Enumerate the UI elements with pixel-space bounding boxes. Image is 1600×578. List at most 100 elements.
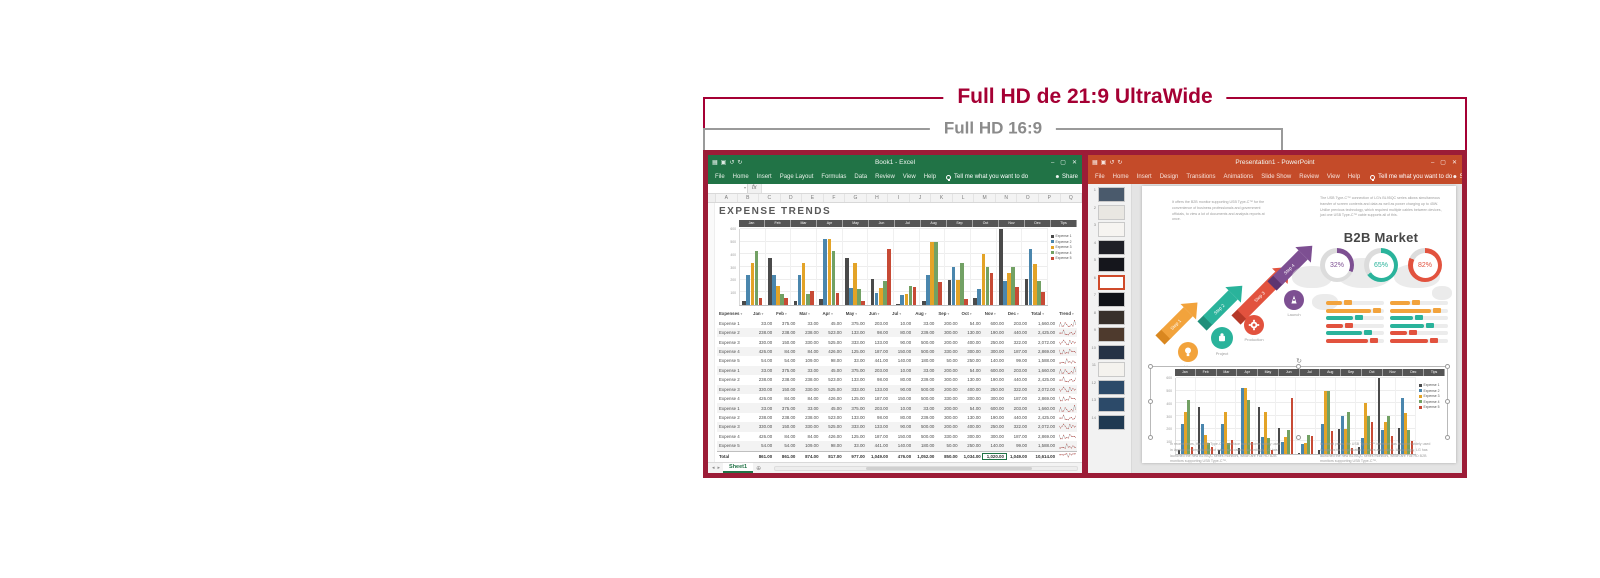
value-cell[interactable]: 54.00 [774,358,797,363]
value-cell[interactable]: 45.00 [821,321,844,326]
value-cell[interactable]: 322.00 [1006,340,1029,345]
resize-handle[interactable] [1445,399,1450,404]
value-cell[interactable]: 125.00 [844,396,867,401]
sheet-nav-left-icon[interactable]: ◂ [712,465,715,471]
value-cell[interactable]: 33.00 [913,321,936,326]
value-cell[interactable]: 84.00 [797,396,820,401]
value-cell[interactable]: 426.00 [751,396,774,401]
value-cell[interactable]: 140.00 [890,443,913,448]
trend-sparkline[interactable] [1057,348,1077,355]
row-label[interactable]: Expense 2 [717,377,751,382]
column-header-E[interactable]: E [802,194,824,202]
slide-thumbnail-8[interactable]: 8 [1090,310,1129,325]
value-cell[interactable]: 525.00 [821,387,844,392]
value-cell[interactable]: 300.00 [936,377,959,382]
redo-icon[interactable]: ↻ [737,160,742,166]
value-cell[interactable]: 300.00 [960,349,983,354]
cell-name-box[interactable] [708,184,748,193]
row-label[interactable]: Expense 1 [717,321,751,326]
ribbon-tab-transitions[interactable]: Transitions [1182,170,1219,184]
slide-thumbnail-4[interactable]: 4 [1090,240,1129,255]
value-cell[interactable]: 203.00 [867,406,890,411]
value-cell[interactable]: 375.00 [774,321,797,326]
ribbon-tab-file[interactable]: File [1091,170,1109,184]
column-header-D[interactable]: D [781,194,803,202]
maximize-button[interactable]: ▢ [1060,160,1066,166]
slide-thumbnail-10[interactable]: 10 [1090,345,1129,360]
value-cell[interactable]: 33.00 [913,368,936,373]
slide[interactable]: It offers the B2B monitor supporting USB… [1142,186,1456,463]
row-total-cell[interactable]: 1,660.00 [1029,368,1057,373]
minimize-button[interactable]: – [1051,160,1054,166]
value-cell[interactable]: 441.00 [867,443,890,448]
value-cell[interactable]: 440.00 [1006,377,1029,382]
value-cell[interactable]: 90.00 [890,340,913,345]
value-cell[interactable]: 125.00 [844,434,867,439]
trend-sparkline[interactable] [1057,320,1077,327]
value-cell[interactable]: 500.00 [913,340,936,345]
value-cell[interactable]: 523.00 [821,330,844,335]
add-sheet-button[interactable]: ⊕ [756,465,761,472]
value-cell[interactable]: 330.00 [936,396,959,401]
value-cell[interactable]: 133.00 [844,330,867,335]
total-cell[interactable]: 1,049.00 [1006,454,1029,459]
row-label[interactable]: Expense 4 [717,434,751,439]
ribbon-tab-home[interactable]: Home [729,170,753,184]
select-all-corner[interactable] [708,194,716,202]
value-cell[interactable]: 99.00 [1006,358,1029,363]
value-cell[interactable]: 109.00 [797,443,820,448]
value-cell[interactable]: 330.00 [936,434,959,439]
column-header-K[interactable]: K [931,194,953,202]
value-cell[interactable]: 54.00 [751,443,774,448]
row-label[interactable]: Expense 1 [717,368,751,373]
value-cell[interactable]: 426.00 [821,349,844,354]
value-cell[interactable]: 133.00 [844,377,867,382]
value-cell[interactable]: 109.00 [797,358,820,363]
value-cell[interactable]: 187.00 [867,349,890,354]
trend-sparkline[interactable] [1057,423,1077,430]
slide-thumbnail-9[interactable]: 9 [1090,327,1129,342]
ribbon-tab-home[interactable]: Home [1109,170,1133,184]
column-header-A[interactable]: A [716,194,738,202]
value-cell[interactable]: 140.00 [983,443,1006,448]
resize-handle[interactable] [1296,435,1301,440]
value-cell[interactable]: 84.00 [797,349,820,354]
row-label[interactable]: Expense 4 [717,349,751,354]
header-may[interactable]: May▾ [844,311,867,316]
save-icon[interactable]: ▣ [721,160,727,166]
value-cell[interactable]: 322.00 [1006,387,1029,392]
horizontal-scrollbar[interactable] [774,466,1078,471]
row-total-cell[interactable]: 2,072.00 [1029,424,1057,429]
row-label[interactable]: Expense 3 [717,424,751,429]
row-total-cell[interactable]: 2,425.00 [1029,330,1057,335]
slide-thumbnail-5[interactable]: 5 [1090,257,1129,272]
value-cell[interactable]: 133.00 [867,340,890,345]
value-cell[interactable]: 238.00 [797,330,820,335]
total-cell[interactable]: 476.00 [890,454,913,459]
value-cell[interactable]: 300.00 [960,434,983,439]
value-cell[interactable]: 10.00 [890,406,913,411]
value-cell[interactable]: 238.00 [797,377,820,382]
value-cell[interactable]: 54.00 [960,321,983,326]
resize-handle[interactable] [1148,435,1153,440]
value-cell[interactable]: 187.00 [867,434,890,439]
value-cell[interactable]: 426.00 [821,434,844,439]
value-cell[interactable]: 300.00 [936,415,959,420]
value-cell[interactable]: 426.00 [821,396,844,401]
ribbon-tab-slide-show[interactable]: Slide Show [1257,170,1295,184]
column-header-I[interactable]: I [888,194,910,202]
value-cell[interactable]: 238.00 [797,415,820,420]
value-cell[interactable]: 400.00 [960,340,983,345]
value-cell[interactable]: 500.00 [913,349,936,354]
value-cell[interactable]: 187.00 [867,396,890,401]
value-cell[interactable]: 200.00 [936,368,959,373]
column-header-L[interactable]: L [953,194,975,202]
total-cell[interactable]: 861.00 [774,454,797,459]
resize-handle[interactable] [1445,435,1450,440]
powerpoint-share-button[interactable]: ☻ Share [1452,174,1462,180]
row-total-cell[interactable]: 2,425.00 [1029,377,1057,382]
total-cell[interactable]: 850.00 [936,454,959,459]
value-cell[interactable]: 98.00 [821,443,844,448]
value-cell[interactable]: 238.00 [774,415,797,420]
value-cell[interactable]: 200.00 [936,406,959,411]
